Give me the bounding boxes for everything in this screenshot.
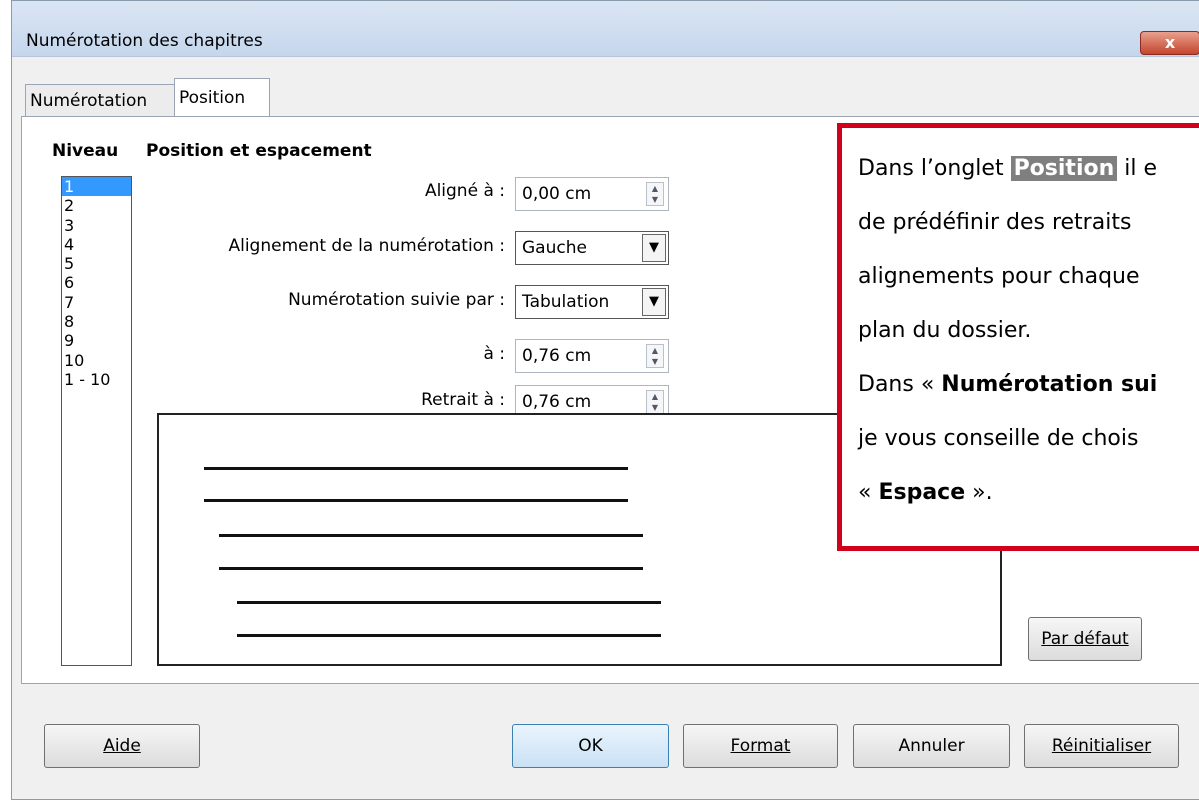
- retrait-value: 0,76 cm: [522, 392, 592, 412]
- suivie-dropdown[interactable]: Tabulation ▼: [515, 285, 669, 319]
- preview-line: [237, 634, 661, 637]
- level-item[interactable]: 5: [62, 254, 131, 273]
- reset-button[interactable]: Réinitialiser: [1024, 724, 1179, 768]
- aligne-label: Aligné à :: [424, 181, 505, 201]
- alignement-value: Gauche: [522, 238, 587, 258]
- callout-line: plan du dossier.: [858, 318, 1032, 343]
- annotation-callout: Dans l’onglet Position il e de prédéfini…: [837, 123, 1199, 551]
- preview-line: [237, 601, 661, 604]
- reset-button-label: Réinitialiser: [1051, 736, 1152, 756]
- alignement-label: Alignement de la numérotation :: [228, 236, 505, 256]
- tab-position[interactable]: Position: [174, 78, 270, 118]
- callout-text: Dans «: [858, 372, 942, 397]
- level-list[interactable]: 1 2 3 4 5 6 7 8 9 10 1 - 10: [61, 176, 132, 666]
- spin-arrows-icon[interactable]: ▲ ▼: [646, 390, 664, 414]
- callout-line: de prédéfinir des retraits: [858, 210, 1132, 235]
- alignement-dropdown[interactable]: Gauche ▼: [515, 231, 669, 265]
- window-title: Numérotation des chapitres: [26, 31, 263, 51]
- level-item[interactable]: 2: [62, 196, 131, 215]
- callout-line: « Espace ».: [858, 466, 1199, 520]
- callout-line: alignements pour chaque: [858, 264, 1140, 289]
- chevron-down-icon[interactable]: ▼: [642, 234, 666, 262]
- help-button-label: Aide: [103, 736, 141, 756]
- level-item[interactable]: 4: [62, 235, 131, 254]
- callout-line: Dans l’onglet Position il e: [858, 142, 1199, 196]
- level-item[interactable]: 3: [62, 216, 131, 235]
- title-bar: Numérotation des chapitres x: [12, 1, 1199, 57]
- close-button[interactable]: x: [1140, 31, 1199, 55]
- help-button[interactable]: Aide: [44, 724, 200, 768]
- default-button-label: Par défaut: [1041, 629, 1129, 649]
- level-item[interactable]: 10: [62, 351, 131, 370]
- position-heading: Position et espacement: [146, 141, 372, 161]
- callout-text: «: [858, 480, 879, 505]
- a-spinbox[interactable]: 0,76 cm ▲ ▼: [515, 339, 669, 373]
- callout-bold: Espace: [878, 480, 966, 505]
- ok-button[interactable]: OK: [512, 724, 669, 768]
- level-item[interactable]: 9: [62, 331, 131, 350]
- a-label: à :: [483, 344, 505, 364]
- a-value: 0,76 cm: [522, 346, 592, 366]
- format-button-label: Format: [730, 736, 791, 756]
- callout-line: Dans « Numérotation sui: [858, 358, 1199, 412]
- callout-text: il e: [1117, 156, 1158, 181]
- niveau-heading: Niveau: [52, 141, 119, 161]
- aligne-value: 0,00 cm: [522, 184, 592, 204]
- level-item[interactable]: 7: [62, 293, 131, 312]
- format-button[interactable]: Format: [683, 724, 838, 768]
- preview-line: [219, 534, 643, 537]
- callout-text: ».: [965, 480, 993, 505]
- preview-line: [204, 467, 628, 470]
- callout-text: Dans l’onglet: [858, 156, 1011, 181]
- level-item[interactable]: 1: [62, 177, 131, 197]
- default-button[interactable]: Par défaut: [1028, 617, 1142, 661]
- tab-numerotation[interactable]: Numérotation: [25, 84, 176, 116]
- spin-arrows-icon[interactable]: ▲ ▼: [646, 182, 664, 206]
- retrait-label: Retrait à :: [421, 390, 505, 410]
- callout-highlight: Position: [1010, 156, 1118, 181]
- suivie-label: Numérotation suivie par :: [288, 290, 505, 310]
- preview-line: [204, 499, 628, 502]
- level-item[interactable]: 1 - 10: [62, 370, 131, 389]
- level-item[interactable]: 6: [62, 273, 131, 292]
- level-item[interactable]: 8: [62, 312, 131, 331]
- callout-line: je vous conseille de chois: [858, 426, 1139, 451]
- suivie-value: Tabulation: [522, 292, 610, 312]
- chevron-down-icon[interactable]: ▼: [642, 288, 666, 316]
- cancel-button[interactable]: Annuler: [853, 724, 1010, 768]
- aligne-spinbox[interactable]: 0,00 cm ▲ ▼: [515, 177, 669, 211]
- callout-bold: Numérotation sui: [941, 372, 1158, 397]
- preview-line: [219, 567, 643, 570]
- spin-arrows-icon[interactable]: ▲ ▼: [646, 344, 664, 368]
